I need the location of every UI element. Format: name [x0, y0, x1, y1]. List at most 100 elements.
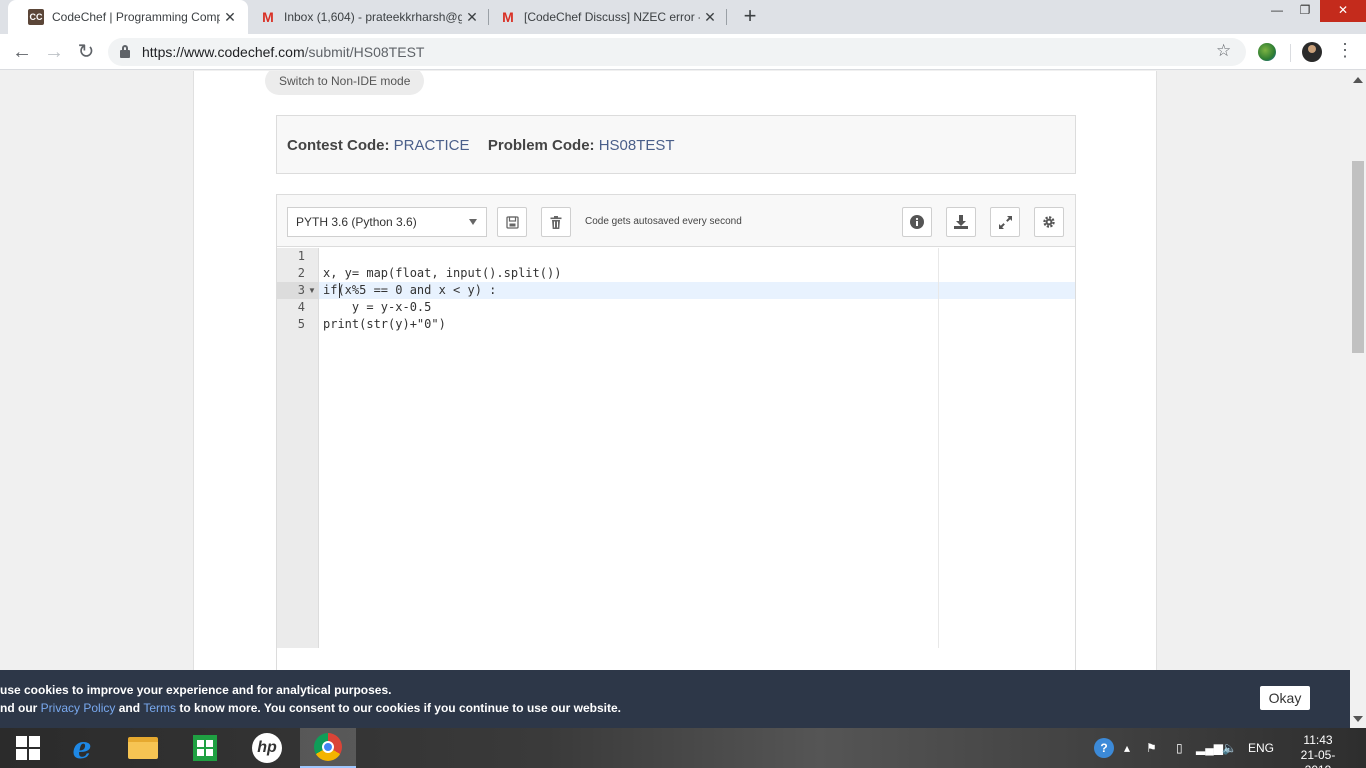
clock-time: 11:43 [1303, 733, 1333, 747]
taskbar-hp[interactable]: hp [239, 728, 295, 768]
tab-gmail-inbox[interactable]: M Inbox (1,604) - prateekkrharsh@g ✕ [240, 0, 490, 34]
taskbar-chrome[interactable] [300, 728, 356, 768]
cookie-text-line2: nd our Privacy Policy and Terms to know … [0, 701, 621, 715]
profile-avatar[interactable] [1302, 42, 1322, 62]
windows-taskbar: e hp ? ▴ ⚑ ▯ ▂▄▆ 🔈 ENG 11:43 21-05-2019 [0, 728, 1366, 768]
tab-title: Inbox (1,604) - prateekkrharsh@g [284, 10, 462, 24]
help-icon[interactable]: ? [1094, 738, 1114, 758]
gmail-icon: M [502, 9, 514, 25]
extension-icon[interactable] [1258, 43, 1276, 61]
switch-non-ide-button[interactable]: Switch to Non-IDE mode [265, 71, 425, 95]
content-container: Switch to Non-IDE mode Contest Code: PRA… [193, 71, 1157, 728]
lock-icon[interactable] [120, 45, 130, 58]
battery-icon[interactable]: ▯ [1176, 728, 1183, 768]
language-selected-value: PYTH 3.6 (Python 3.6) [296, 215, 417, 229]
clock-date: 21-05-2019 [1300, 748, 1336, 768]
windows-start-icon [16, 736, 40, 760]
line-number: 5 [297, 317, 305, 331]
text-cursor [339, 283, 340, 298]
taskbar-ie[interactable]: e [54, 728, 110, 768]
privacy-policy-link[interactable]: Privacy Policy [41, 701, 116, 715]
scroll-thumb[interactable] [1352, 161, 1364, 353]
editor-toolbar: PYTH 3.6 (Python 3.6) Code gets autosave… [277, 195, 1075, 247]
close-icon[interactable]: ✕ [462, 9, 482, 26]
settings-button[interactable] [1034, 207, 1064, 237]
save-button[interactable] [497, 207, 527, 237]
cookie-okay-button[interactable]: Okay [1260, 686, 1310, 710]
bookmark-star-icon[interactable]: ☆ [1216, 41, 1231, 61]
chevron-up-icon[interactable]: ▴ [1124, 728, 1130, 768]
code-line[interactable]: y = y-x-0.5 [323, 299, 431, 316]
code-editor-panel: PYTH 3.6 (Python 3.6) Code gets autosave… [276, 194, 1076, 728]
delete-button[interactable] [541, 207, 571, 237]
window-close-icon[interactable]: ✕ [1320, 0, 1366, 22]
page-viewport: Switch to Non-IDE mode Contest Code: PRA… [0, 71, 1350, 728]
taskbar-file-explorer[interactable] [115, 728, 171, 768]
contest-code-label: Contest Code: [287, 137, 390, 154]
tab-title: [CodeChef Discuss] NZEC error - [524, 10, 700, 24]
fold-arrow-icon[interactable]: ▼ [308, 282, 316, 299]
taskbar-store[interactable] [177, 728, 233, 768]
tab-title: CodeChef | Programming Compe [52, 10, 220, 24]
forward-icon[interactable]: → [42, 40, 66, 64]
download-button[interactable] [946, 207, 976, 237]
browser-tab-strip: CC CodeChef | Programming Compe ✕ M Inbo… [0, 0, 1366, 34]
code-line[interactable]: x, y= map(float, input().split()) [323, 265, 561, 282]
contest-code-value[interactable]: PRACTICE [394, 137, 470, 154]
code-line[interactable]: if(x%5 == 0 and x < y) : [323, 282, 496, 299]
problem-code-label: Problem Code: [487, 137, 595, 154]
cookie-text-line1: use cookies to improve your experience a… [0, 683, 392, 697]
scroll-down-icon[interactable] [1353, 716, 1363, 722]
line-number: 3 [297, 283, 305, 297]
print-margin [938, 248, 939, 648]
flag-icon[interactable]: ⚑ [1146, 728, 1157, 768]
info-button[interactable] [902, 207, 932, 237]
store-icon [193, 735, 217, 761]
download-icon [954, 215, 968, 229]
terms-link[interactable]: Terms [143, 701, 176, 715]
language-indicator[interactable]: ENG [1248, 728, 1274, 768]
windows-start-button[interactable] [0, 728, 56, 768]
cookie-banner: use cookies to improve your experience a… [0, 670, 1350, 728]
toolbar-divider [1290, 44, 1291, 62]
trash-icon [550, 215, 562, 229]
chevron-down-icon [469, 219, 477, 225]
page-scrollbar[interactable] [1350, 71, 1366, 728]
line-number: 4 [297, 300, 305, 314]
codechef-icon: CC [28, 9, 44, 25]
problem-code-value[interactable]: HS08TEST [599, 137, 675, 154]
autosave-note: Code gets autosaved every second [585, 216, 742, 227]
save-icon [505, 215, 519, 229]
close-icon[interactable]: ✕ [700, 9, 720, 26]
back-icon[interactable]: ← [10, 40, 34, 64]
address-bar[interactable]: https://www.codechef.com/submit/HS08TEST… [108, 38, 1246, 66]
line-number: 1 [297, 249, 305, 263]
taskbar-clock[interactable]: 11:43 21-05-2019 [1288, 733, 1348, 768]
code-line[interactable]: print(str(y)+"0") [323, 316, 446, 333]
language-select[interactable]: PYTH 3.6 (Python 3.6) [287, 207, 487, 237]
gmail-icon: M [262, 9, 274, 25]
restore-icon[interactable]: ❐ [1290, 0, 1320, 22]
file-explorer-icon [128, 737, 158, 759]
chrome-icon [314, 733, 342, 761]
tab-codechef[interactable]: CC CodeChef | Programming Compe ✕ [8, 0, 248, 34]
reload-icon[interactable]: ↻ [74, 40, 98, 64]
fullscreen-button[interactable] [990, 207, 1020, 237]
info-icon [910, 215, 924, 229]
minimize-icon[interactable]: — [1262, 0, 1292, 22]
volume-icon[interactable]: 🔈 [1222, 728, 1237, 768]
hp-icon: hp [252, 733, 282, 763]
close-icon[interactable]: ✕ [220, 9, 240, 26]
line-number: 2 [297, 266, 305, 280]
network-icon[interactable]: ▂▄▆ [1196, 728, 1223, 768]
internet-explorer-icon: e [72, 730, 92, 766]
contest-info-box: Contest Code: PRACTICE Problem Code: HS0… [276, 115, 1076, 174]
more-menu-icon[interactable]: ⋮ [1336, 40, 1354, 61]
gear-icon [1043, 216, 1055, 228]
new-tab-button[interactable]: + [738, 5, 762, 29]
fullscreen-icon [998, 215, 1012, 229]
tab-separator [726, 9, 727, 25]
tab-codechef-discuss[interactable]: M [CodeChef Discuss] NZEC error - ✕ [480, 0, 728, 34]
scroll-up-icon[interactable] [1353, 77, 1363, 83]
url-text[interactable]: https://www.codechef.com/submit/HS08TEST [142, 44, 424, 60]
